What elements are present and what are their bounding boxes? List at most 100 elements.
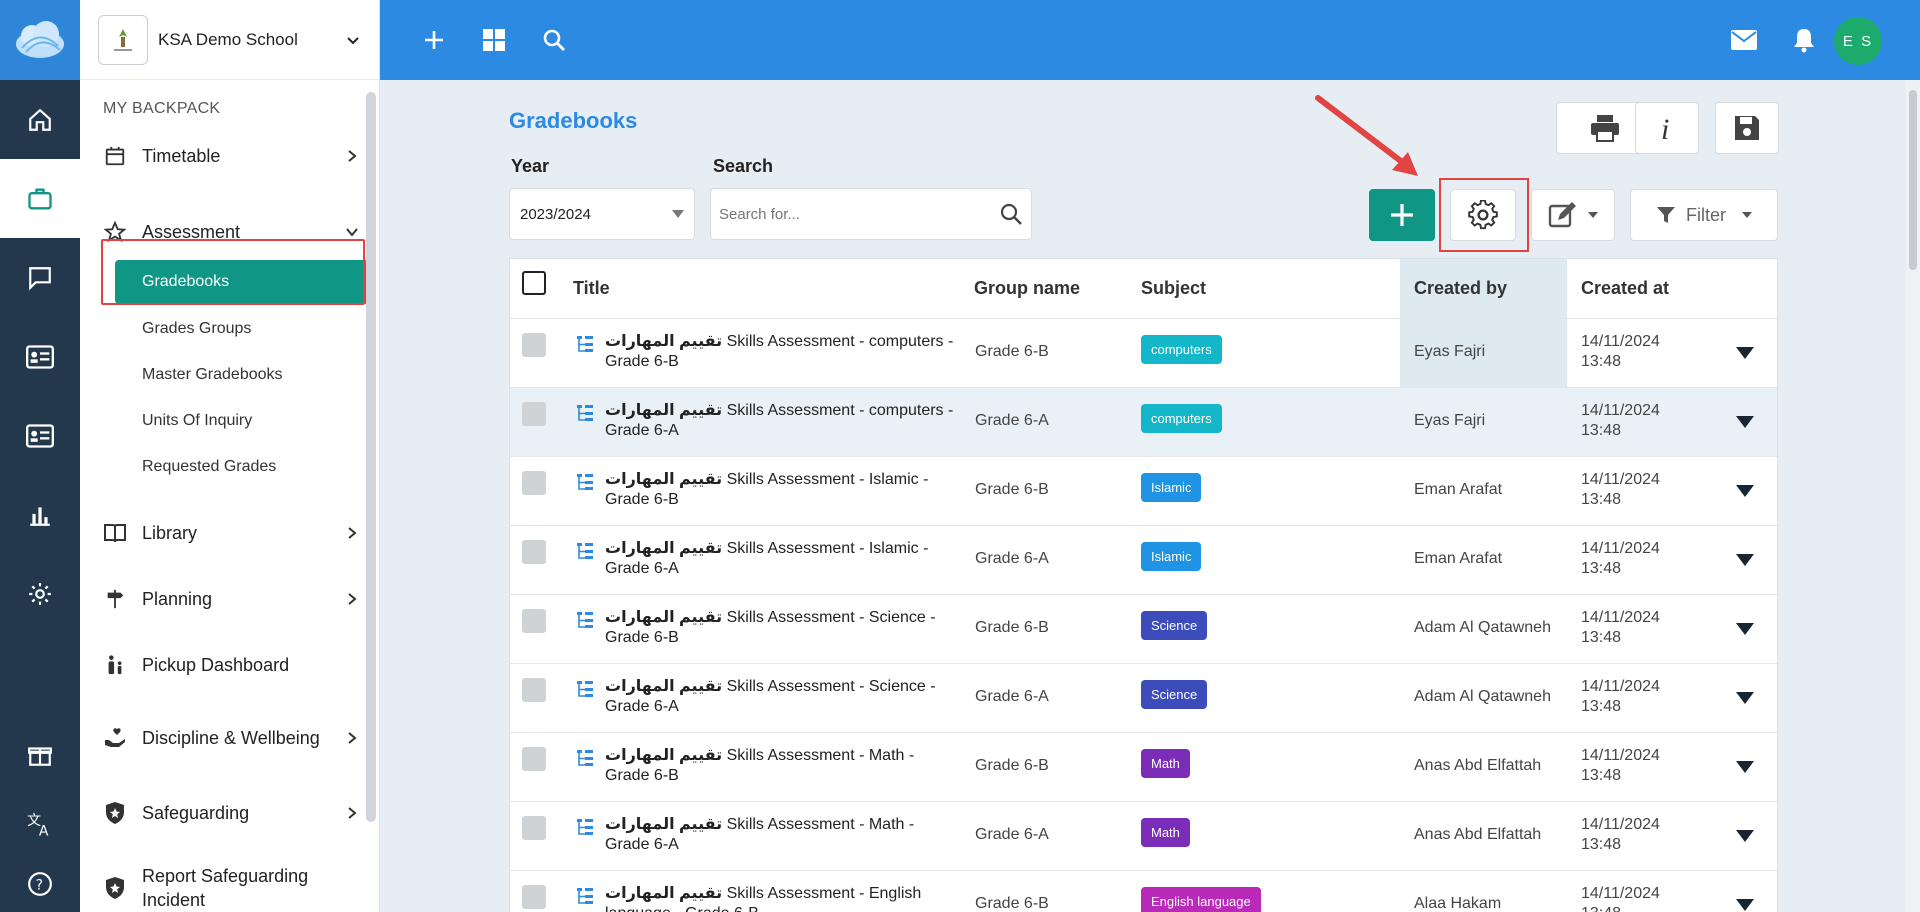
id-card-icon[interactable] — [0, 317, 80, 396]
sidebar-item-discipline-wellbeing[interactable]: Discipline & Wellbeing — [80, 698, 379, 778]
row-group: Grade 6-A — [975, 826, 1049, 843]
sidebar-item-library[interactable]: Library — [80, 500, 379, 566]
sidebar-item-safeguarding[interactable]: Safeguarding — [80, 778, 379, 848]
sidebar-subitem-grades-groups[interactable]: Grades Groups — [80, 306, 379, 352]
column-header-title[interactable]: Title — [573, 278, 610, 299]
help-icon[interactable]: ? — [0, 854, 80, 912]
table-row[interactable]: تقييم المهارات Skills Assessment - Scien… — [510, 595, 1777, 664]
row-created-at: 14/11/202413:48 — [1581, 747, 1660, 784]
sidebar-item-pickup-dashboard[interactable]: Pickup Dashboard — [80, 632, 379, 698]
row-created-by: Eyas Fajri — [1414, 412, 1486, 429]
row-title[interactable]: تقييم المهارات Skills Assessment - Islam… — [605, 470, 955, 510]
row-title[interactable]: تقييم المهارات Skills Assessment - compu… — [605, 401, 955, 441]
row-checkbox[interactable] — [522, 747, 546, 771]
row-expand-caret-icon[interactable] — [1736, 830, 1754, 842]
table-row[interactable]: تقييم المهارات Skills Assessment - Islam… — [510, 457, 1777, 526]
row-expand-caret-icon[interactable] — [1736, 899, 1754, 911]
svg-text:A: A — [39, 824, 49, 838]
search-input[interactable] — [719, 205, 999, 223]
row-group: Grade 6-A — [975, 412, 1049, 429]
sidebar-item-timetable[interactable]: Timetable — [80, 128, 379, 184]
sidebar-item-planning[interactable]: Planning — [80, 566, 379, 632]
icon-rail: 文A ? — [0, 0, 80, 912]
table-row[interactable]: تقييم المهارات Skills Assessment - compu… — [510, 388, 1777, 457]
settings-icon[interactable] — [0, 554, 80, 633]
tree-icon — [576, 887, 594, 910]
row-checkbox[interactable] — [522, 333, 546, 357]
year-select[interactable]: 2023/2024 — [509, 188, 695, 240]
add-gradebook-button[interactable] — [1369, 189, 1435, 241]
table-header: Title Group name Subject Created by Crea… — [510, 259, 1777, 319]
column-header-created-at[interactable]: Created at — [1581, 278, 1669, 299]
row-expand-caret-icon[interactable] — [1736, 347, 1754, 359]
row-checkbox[interactable] — [522, 402, 546, 426]
app-logo[interactable] — [0, 0, 80, 80]
chat-icon[interactable] — [0, 238, 80, 317]
table-row[interactable]: تقييم المهارات Skills Assessment - Islam… — [510, 526, 1777, 595]
table-row[interactable]: تقييم المهارات Skills Assessment - Scien… — [510, 664, 1777, 733]
backpack-icon[interactable] — [0, 159, 80, 238]
table-body: تقييم المهارات Skills Assessment - compu… — [510, 319, 1777, 912]
subject-badge: Math — [1141, 818, 1190, 847]
sidebar-item-report-safeguarding-incident[interactable]: Report Safeguarding Incident — [80, 848, 379, 912]
search-icon[interactable] — [999, 202, 1023, 226]
subject-badge: Islamic — [1141, 542, 1202, 571]
mail-icon[interactable] — [1726, 22, 1762, 58]
row-checkbox[interactable] — [522, 678, 546, 702]
row-checkbox[interactable] — [522, 540, 546, 564]
row-checkbox[interactable] — [522, 816, 546, 840]
sidebar-subitem-units-of-inquiry[interactable]: Units Of Inquiry — [80, 398, 379, 444]
contact-card-icon[interactable] — [0, 396, 80, 475]
row-title[interactable]: تقييم المهارات Skills Assessment - Math … — [605, 815, 955, 855]
row-checkbox[interactable] — [522, 471, 546, 495]
row-title[interactable]: تقييم المهارات Skills Assessment - Math … — [605, 746, 955, 786]
sidebar-subitem-requested-grades[interactable]: Requested Grades — [80, 444, 379, 490]
table-row[interactable]: تقييم المهارات Skills Assessment - compu… — [510, 319, 1777, 388]
gift-icon[interactable] — [0, 716, 80, 794]
home-icon[interactable] — [0, 80, 80, 159]
row-title[interactable]: تقييم المهارات Skills Assessment - Islam… — [605, 539, 955, 579]
search-icon[interactable] — [536, 22, 572, 58]
table-row[interactable]: تقييم المهارات Skills Assessment - Math … — [510, 733, 1777, 802]
school-name: KSA Demo School — [158, 29, 298, 49]
subject-badge: Science — [1141, 680, 1208, 709]
sidebar-subitem-master-gradebooks[interactable]: Master Gradebooks — [80, 352, 379, 398]
search-field[interactable] — [710, 188, 1032, 240]
translate-icon[interactable]: 文A — [0, 794, 80, 854]
tree-icon — [576, 542, 594, 565]
tree-icon — [576, 611, 594, 634]
row-expand-caret-icon[interactable] — [1736, 554, 1754, 566]
plus-icon[interactable] — [416, 22, 452, 58]
row-expand-caret-icon[interactable] — [1736, 485, 1754, 497]
column-header-group[interactable]: Group name — [974, 278, 1080, 299]
row-created-at: 14/11/202413:48 — [1581, 540, 1660, 577]
row-title[interactable]: تقييم المهارات Skills Assessment - Engli… — [605, 884, 955, 912]
bar-chart-icon[interactable] — [0, 475, 80, 554]
row-created-by: Alaa Hakam — [1414, 895, 1502, 912]
bell-icon[interactable] — [1786, 22, 1822, 58]
page-scrollbar[interactable] — [1906, 80, 1920, 912]
column-header-created-by[interactable]: Created by — [1414, 278, 1507, 299]
row-created-by: Eman Arafat — [1414, 550, 1503, 567]
info-button[interactable]: i — [1635, 102, 1699, 154]
row-checkbox[interactable] — [522, 885, 546, 909]
filter-button[interactable]: Filter — [1630, 189, 1778, 241]
row-expand-caret-icon[interactable] — [1736, 692, 1754, 704]
row-checkbox[interactable] — [522, 609, 546, 633]
row-title[interactable]: تقييم المهارات Skills Assessment - compu… — [605, 332, 955, 372]
row-expand-caret-icon[interactable] — [1736, 761, 1754, 773]
grid-icon[interactable] — [476, 22, 512, 58]
edit-dropdown-button[interactable] — [1531, 189, 1615, 241]
sidebar-scrollbar[interactable] — [366, 92, 376, 822]
row-expand-caret-icon[interactable] — [1736, 623, 1754, 635]
row-title[interactable]: تقييم المهارات Skills Assessment - Scien… — [605, 608, 955, 648]
save-button[interactable] — [1715, 102, 1779, 154]
user-avatar[interactable]: E S — [1834, 17, 1882, 65]
column-header-subject[interactable]: Subject — [1141, 278, 1206, 299]
school-selector[interactable]: KSA Demo School — [80, 0, 379, 80]
table-row[interactable]: تقييم المهارات Skills Assessment - Math … — [510, 802, 1777, 871]
table-row[interactable]: تقييم المهارات Skills Assessment - Engli… — [510, 871, 1777, 912]
row-title[interactable]: تقييم المهارات Skills Assessment - Scien… — [605, 677, 955, 717]
select-all-checkbox[interactable] — [522, 271, 546, 295]
row-expand-caret-icon[interactable] — [1736, 416, 1754, 428]
